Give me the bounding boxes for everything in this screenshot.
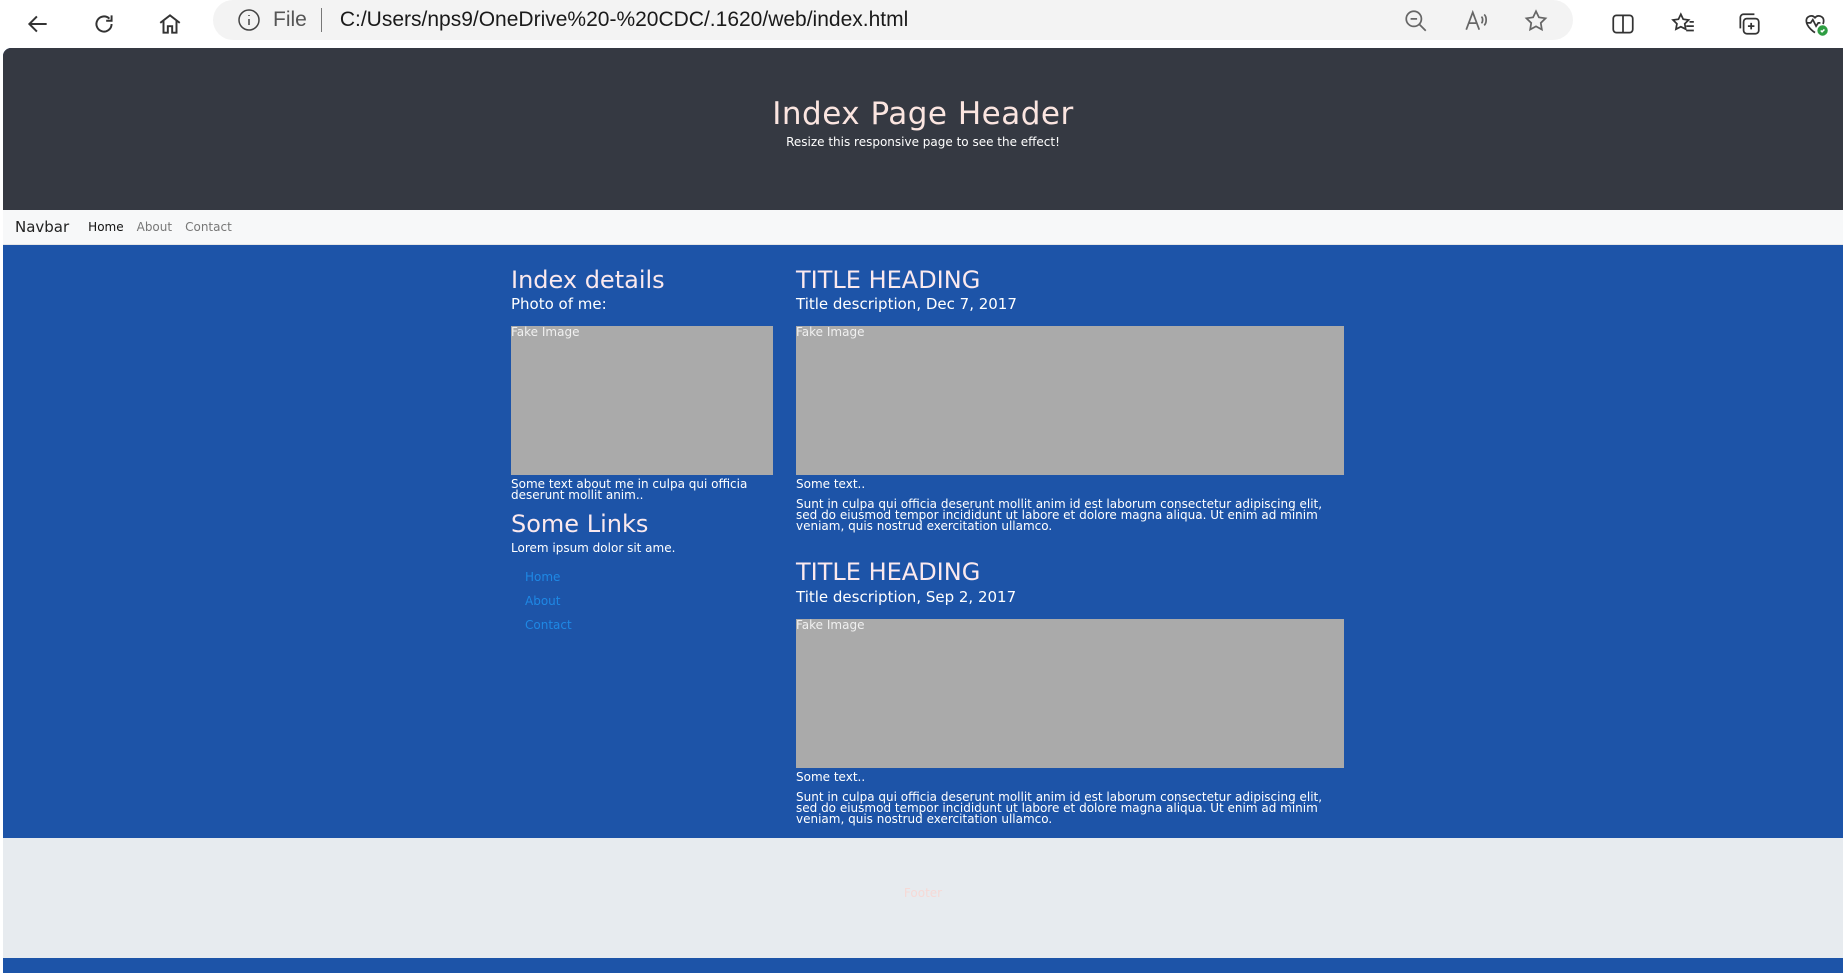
post-short-text: Some text.. — [796, 770, 866, 784]
navbar: Navbar Home About Contact — [3, 210, 1843, 245]
links-title: Some Links — [511, 510, 649, 538]
nav-link-contact[interactable]: Contact — [185, 220, 232, 234]
address-url[interactable]: C:/Users/nps9/OneDrive%20-%20CDC/.1620/w… — [340, 8, 908, 32]
post-image-placeholder: Fake Image — [796, 326, 1344, 475]
info-icon[interactable] — [237, 8, 261, 32]
page-title: Index Page Header — [772, 96, 1074, 132]
sidebar-title: Index details — [511, 266, 665, 294]
nav-link-about[interactable]: About — [137, 220, 172, 234]
about-text: Some text about me in culpa qui officia … — [511, 477, 748, 502]
nav-link-home[interactable]: Home — [88, 220, 123, 234]
footer-text: Footer — [903, 886, 943, 900]
profile-image-placeholder: Fake Image — [511, 326, 773, 475]
post-body: Sunt in culpa qui officia deserunt molli… — [796, 497, 1323, 533]
address-separator — [320, 8, 322, 32]
read-aloud-icon[interactable] — [1463, 8, 1489, 34]
page-header: Index Page Header Resize this responsive… — [3, 48, 1843, 210]
back-icon[interactable] — [18, 4, 58, 44]
browser-toolbar: File C:/Users/nps9/OneDrive%20-%20CDC/.1… — [0, 0, 1843, 48]
page-bottom-strip — [3, 958, 1843, 973]
post-image-placeholder: Fake Image — [796, 619, 1344, 768]
post-title: TITLE HEADING — [796, 558, 981, 586]
photo-label: Photo of me: — [511, 295, 607, 313]
browser-essentials-icon[interactable] — [1795, 4, 1835, 44]
split-screen-icon[interactable] — [1603, 4, 1643, 44]
address-bar[interactable]: File C:/Users/nps9/OneDrive%20-%20CDC/.1… — [213, 0, 1573, 40]
address-scheme: File — [273, 8, 307, 31]
links-description: Lorem ipsum dolor sit ame. — [511, 541, 676, 555]
post-description: Title description, Dec 7, 2017 — [796, 295, 1017, 313]
main-content: Index details Photo of me: Fake Image So… — [3, 244, 1843, 838]
home-icon[interactable] — [150, 4, 190, 44]
favorite-star-icon[interactable] — [1523, 8, 1549, 34]
sidebar-link-home[interactable]: Home — [525, 570, 560, 584]
collections-icon[interactable] — [1729, 4, 1769, 44]
navbar-brand[interactable]: Navbar — [15, 218, 69, 236]
favorites-icon[interactable] — [1663, 4, 1703, 44]
page-viewport: Index Page Header Resize this responsive… — [3, 48, 1843, 973]
page-subtitle: Resize this responsive page to see the e… — [786, 135, 1060, 149]
image-placeholder-label: Fake Image — [796, 618, 865, 632]
sidebar-link-contact[interactable]: Contact — [525, 618, 572, 632]
refresh-icon[interactable] — [84, 4, 124, 44]
image-placeholder-label: Fake Image — [796, 325, 865, 339]
page-footer: Footer — [3, 838, 1843, 958]
sidebar-link-about[interactable]: About — [525, 594, 560, 608]
post-description: Title description, Sep 2, 2017 — [796, 588, 1017, 606]
post-title: TITLE HEADING — [796, 266, 981, 294]
zoom-out-icon[interactable] — [1403, 8, 1429, 34]
image-placeholder-label: Fake Image — [511, 325, 580, 339]
post-body: Sunt in culpa qui officia deserunt molli… — [796, 790, 1323, 826]
post-short-text: Some text.. — [796, 477, 866, 491]
